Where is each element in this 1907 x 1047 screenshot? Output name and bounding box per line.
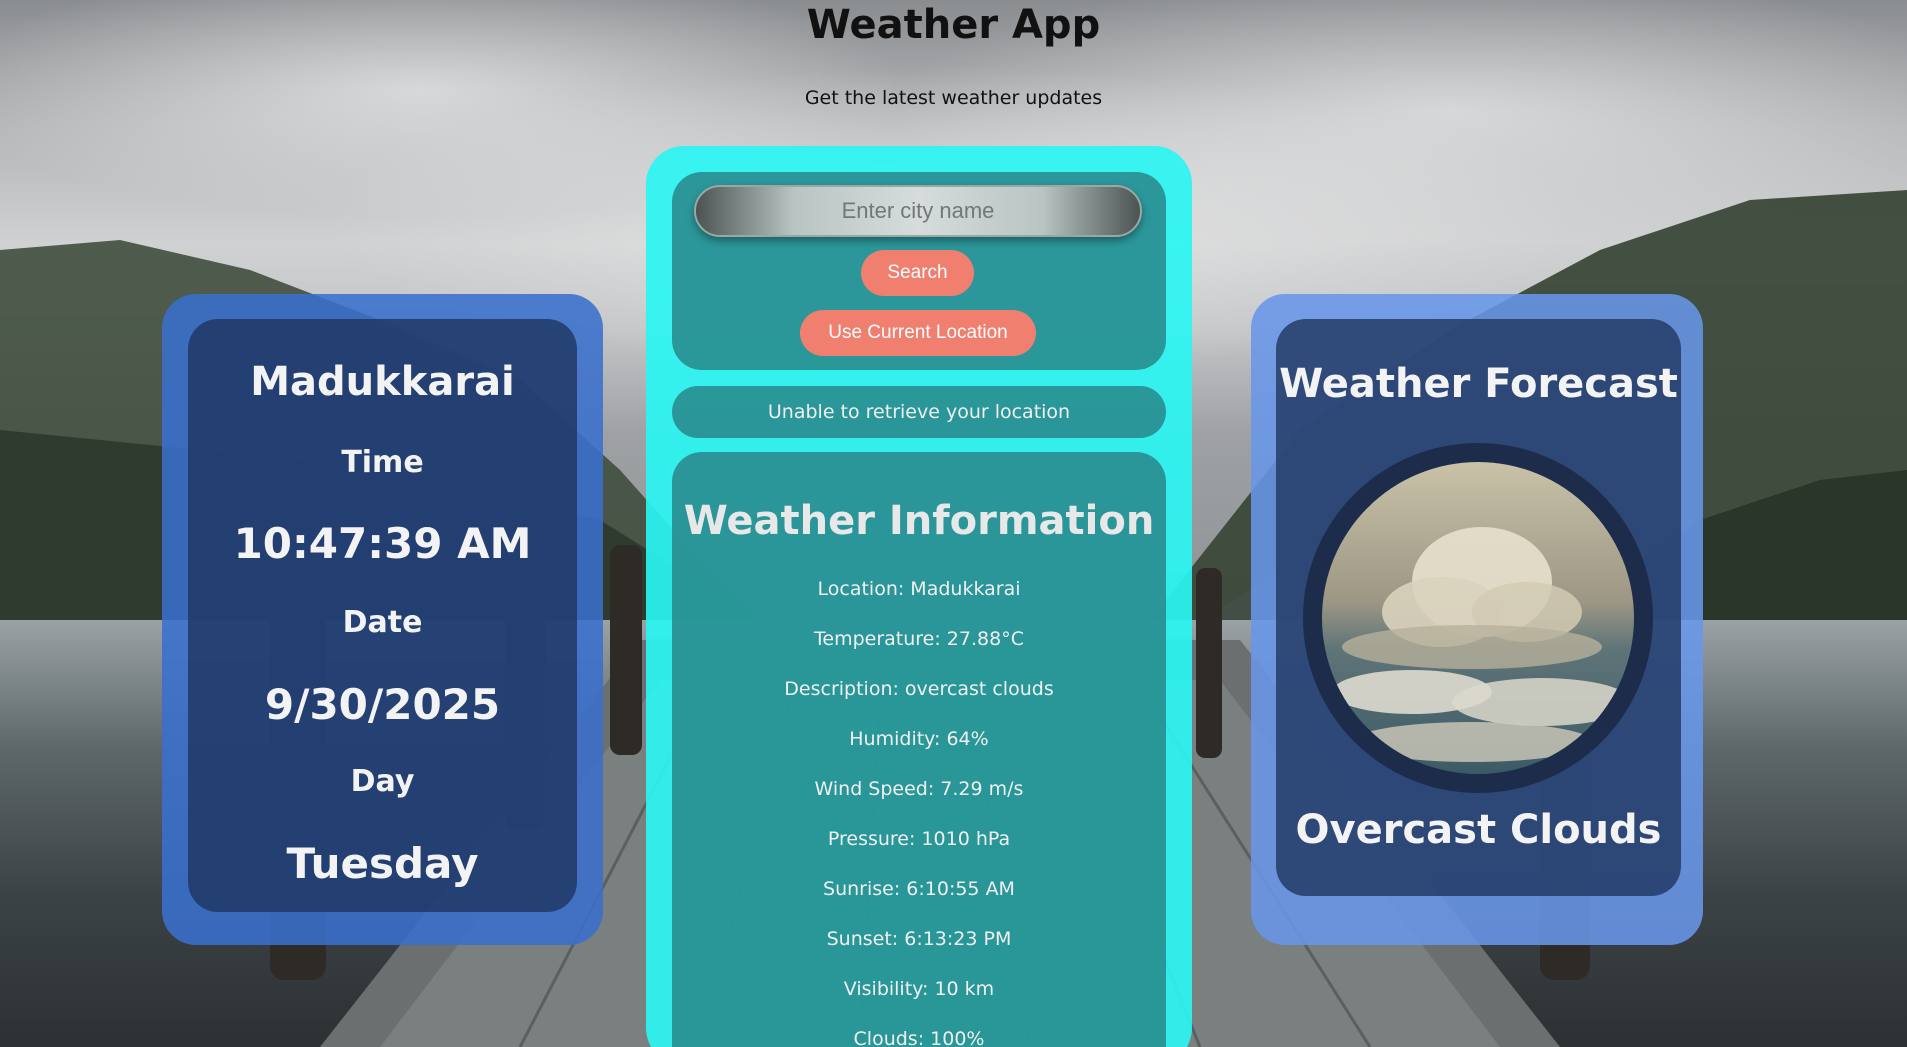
current-time: 10:47:39 AM bbox=[233, 519, 532, 568]
forecast-title: Weather Forecast bbox=[1279, 361, 1678, 407]
location-status-message: Unable to retrieve your location bbox=[672, 386, 1166, 438]
app-title: Weather App bbox=[806, 2, 1101, 48]
visibility-line: Visibility: 10 km bbox=[843, 978, 995, 1000]
sunrise-line: Sunrise: 6:10:55 AM bbox=[823, 878, 1015, 900]
datetime-card: Madukkarai Time 10:47:39 AM Date 9/30/20… bbox=[162, 294, 603, 945]
weather-card: Search Use Current Location Unable to re… bbox=[646, 146, 1192, 1047]
search-button[interactable]: Search bbox=[861, 250, 974, 296]
time-label: Time bbox=[341, 445, 424, 480]
weather-info-panel: Weather Information Location: Madukkarai… bbox=[672, 452, 1166, 1047]
forecast-card: Weather Forecast Overcast Clouds bbox=[1251, 294, 1703, 945]
description-line: Description: overcast clouds bbox=[784, 678, 1054, 700]
day-label: Day bbox=[350, 764, 415, 799]
app-subtitle: Get the latest weather updates bbox=[804, 87, 1103, 109]
forecast-image-frame bbox=[1303, 443, 1653, 793]
humidity-line: Humidity: 64% bbox=[849, 728, 989, 750]
use-current-location-button[interactable]: Use Current Location bbox=[800, 310, 1036, 356]
datetime-panel: Madukkarai Time 10:47:39 AM Date 9/30/20… bbox=[188, 319, 577, 912]
wind-speed-line: Wind Speed: 7.29 m/s bbox=[814, 778, 1024, 800]
date-label: Date bbox=[342, 605, 423, 640]
forecast-description: Overcast Clouds bbox=[1295, 807, 1662, 853]
weather-info-title: Weather Information bbox=[683, 498, 1155, 544]
location-line: Location: Madukkarai bbox=[817, 578, 1021, 600]
forecast-panel: Weather Forecast Overcast Clouds bbox=[1276, 319, 1681, 896]
pressure-line: Pressure: 1010 hPa bbox=[827, 828, 1011, 850]
cloudy-sky-image-icon bbox=[1322, 462, 1634, 774]
clouds-line: Clouds: 100% bbox=[853, 1028, 985, 1047]
sunset-line: Sunset: 6:13:23 PM bbox=[826, 928, 1012, 950]
city-name: Madukkarai bbox=[250, 359, 515, 405]
current-day: Tuesday bbox=[286, 839, 479, 888]
temperature-line: Temperature: 27.88°C bbox=[814, 628, 1024, 650]
search-panel: Search Use Current Location bbox=[672, 172, 1166, 370]
current-date: 9/30/2025 bbox=[264, 680, 501, 729]
city-search-input[interactable] bbox=[694, 185, 1142, 237]
